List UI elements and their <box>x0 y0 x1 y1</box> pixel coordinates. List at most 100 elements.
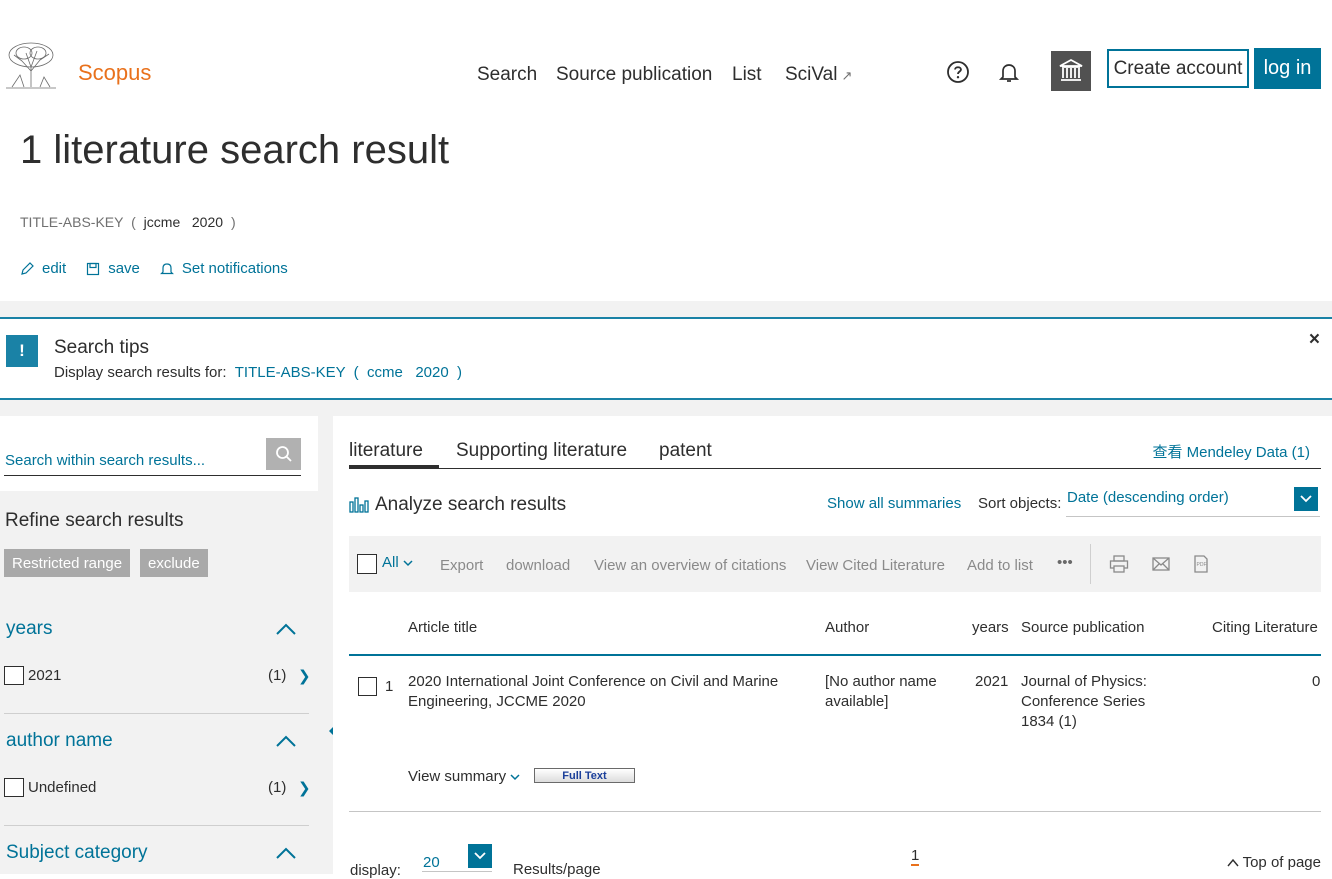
view-cited-literature-button[interactable]: View Cited Literature <box>806 557 945 574</box>
select-all-checkbox[interactable] <box>357 554 377 574</box>
export-button[interactable]: Export <box>440 557 483 574</box>
restricted-range-button[interactable]: Restricted range <box>4 549 131 577</box>
create-account-button[interactable]: Create account <box>1107 49 1249 88</box>
sort-value: Date (descending order) <box>1067 489 1229 506</box>
search-within-input[interactable] <box>4 438 260 476</box>
row-number: 1 <box>385 678 394 695</box>
results-table-header: Article title Author years Source public… <box>349 606 1321 656</box>
set-notifications-label: Set notifications <box>181 260 288 277</box>
source-line: Journal of Physics: <box>1021 673 1147 690</box>
save-search-link[interactable]: save <box>86 260 140 277</box>
more-options-icon[interactable]: ••• <box>1057 554 1073 571</box>
citing-count: 0 <box>1312 673 1321 690</box>
search-within-panel <box>0 416 318 491</box>
nav-scival-label: SciVal <box>785 64 838 85</box>
suggested-query-link[interactable]: TITLE-ABS-KEY ( ccme 2020 ) <box>235 364 462 381</box>
chevron-down-icon[interactable] <box>1294 487 1318 511</box>
save-label: save <box>108 260 140 277</box>
mendeley-data-link[interactable]: 查看 Mendeley Data (1) <box>1152 441 1310 462</box>
close-icon[interactable]: × <box>1309 329 1320 351</box>
col-article-title[interactable]: Article title <box>408 619 477 636</box>
chevron-right-icon[interactable]: ❯ <box>298 779 311 797</box>
col-citing-literature[interactable]: Citing Literature <box>1212 619 1318 636</box>
facet-years-item[interactable]: 2021 (1) ❯ <box>4 664 311 688</box>
search-tips-banner: ! Search tips Display search results for… <box>0 317 1332 400</box>
tab-patent[interactable]: patent <box>659 440 712 462</box>
view-summary-link[interactable]: View summary <box>408 768 520 785</box>
show-all-summaries-link[interactable]: Show all summaries <box>827 495 961 512</box>
login-button[interactable]: log in <box>1254 48 1321 89</box>
facet-subject-title[interactable]: Subject category <box>6 842 148 864</box>
author-line: [No author name <box>825 673 937 690</box>
nav-search[interactable]: Search <box>477 64 537 86</box>
source-line: Conference Series <box>1021 693 1146 710</box>
col-source-publication[interactable]: Source publication <box>1021 619 1144 636</box>
col-author[interactable]: Author <box>825 619 869 636</box>
search-within-button[interactable] <box>266 438 301 470</box>
checkbox[interactable] <box>4 666 24 685</box>
refine-title: Refine search results <box>5 510 184 531</box>
facet-author-title[interactable]: author name <box>6 730 113 752</box>
alert-icon: ! <box>6 335 38 367</box>
add-to-list-button[interactable]: Add to list <box>967 557 1033 574</box>
chevron-up-icon <box>1227 858 1239 867</box>
chevron-right-icon[interactable]: ❯ <box>298 667 311 685</box>
chevron-up-icon[interactable] <box>274 845 298 861</box>
set-notifications-link[interactable]: Set notifications <box>159 260 288 277</box>
pdf-icon[interactable]: PDF <box>1191 555 1211 573</box>
query-terms: jccme 2020 <box>143 214 224 230</box>
page-number-current[interactable]: 1 <box>911 847 920 866</box>
analyze-results-link[interactable]: Analyze search results <box>349 494 566 516</box>
full-text-button[interactable]: Full Text <box>534 768 635 783</box>
chevron-up-icon[interactable] <box>274 621 298 637</box>
sort-select[interactable]: Date (descending order) <box>1066 485 1320 517</box>
results-toolbar: All Export download View an overview of … <box>349 536 1321 592</box>
select-all-label: All <box>382 554 399 571</box>
refine-sidebar: Refine search results Restricted range e… <box>0 416 318 874</box>
article-title-link[interactable]: 2020 International Joint Conference on C… <box>408 672 778 712</box>
nav-source-publication[interactable]: Source publication <box>556 64 712 86</box>
sort-label: Sort objects: <box>978 495 1062 512</box>
row-checkbox[interactable] <box>358 677 377 696</box>
year-cell: 2021 <box>975 673 1009 690</box>
nav-scival[interactable]: SciVal ↗ <box>785 64 852 86</box>
chevron-down-icon[interactable] <box>468 844 492 868</box>
svg-text:PDF: PDF <box>1197 562 1207 568</box>
bell-icon[interactable] <box>997 60 1021 84</box>
article-title-line: 2020 International Joint Conference on C… <box>408 673 779 690</box>
source-publication-link[interactable]: Journal of Physics: Conference Series 18… <box>1021 672 1147 732</box>
results-per-page-select[interactable]: 20 <box>422 844 492 872</box>
top-header: Scopus Search Source publication List Sc… <box>0 0 1332 110</box>
edit-query-link[interactable]: edit <box>20 260 66 277</box>
scopus-brand-link[interactable]: Scopus <box>78 60 151 86</box>
download-button[interactable]: download <box>506 557 570 574</box>
nav-list[interactable]: List <box>732 64 762 86</box>
facet-item-label: Undefined <box>28 779 97 796</box>
search-tips-label: Display search results for: <box>54 364 227 381</box>
results-panel: literature Supporting literature patent … <box>333 416 1332 879</box>
article-title-line: Engineering, JCCME 2020 <box>408 693 586 710</box>
toolbar-divider <box>1090 544 1091 584</box>
page-title: 1 literature search result <box>20 128 450 172</box>
col-years[interactable]: years <box>972 619 1009 636</box>
elsevier-tree-logo[interactable] <box>4 41 58 89</box>
search-within-field <box>4 438 301 476</box>
help-icon[interactable] <box>946 60 970 84</box>
facet-author-item[interactable]: Undefined (1) ❯ <box>4 776 311 800</box>
query-open-paren: ( <box>131 214 136 230</box>
chevron-up-icon[interactable] <box>274 733 298 749</box>
tab-supporting-literature[interactable]: Supporting literature <box>456 440 627 462</box>
checkbox[interactable] <box>4 778 24 797</box>
citation-overview-button[interactable]: View an overview of citations <box>594 557 786 574</box>
facet-item-count: (1) <box>268 779 287 796</box>
pagination-bar: display: 20 Results/page 1 Top of page <box>349 836 1321 879</box>
analyze-label: Analyze search results <box>375 494 567 515</box>
email-icon[interactable] <box>1151 555 1171 573</box>
facet-years-title[interactable]: years <box>6 618 52 640</box>
institution-button[interactable] <box>1051 51 1091 91</box>
select-all-dropdown[interactable]: All <box>382 554 413 571</box>
print-icon[interactable] <box>1109 555 1129 573</box>
top-of-page-link[interactable]: Top of page <box>1227 854 1321 871</box>
tab-literature[interactable]: literature <box>349 440 423 462</box>
exclude-button[interactable]: exclude <box>140 549 208 577</box>
